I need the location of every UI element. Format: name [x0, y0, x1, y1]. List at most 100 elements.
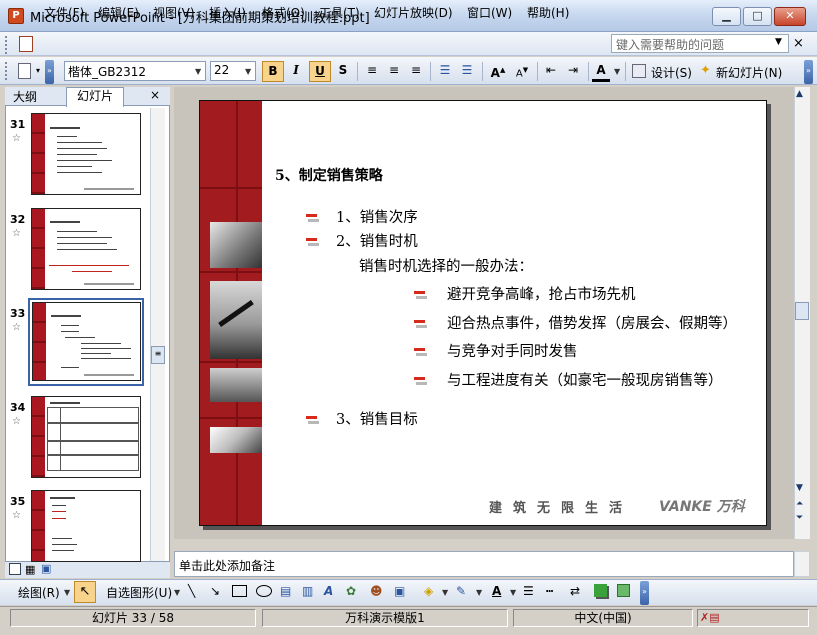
- decrease-indent-icon[interactable]: ⇤: [541, 61, 561, 82]
- slideshow-icon[interactable]: ▣: [41, 562, 51, 575]
- increase-font-size-icon[interactable]: A▲: [487, 61, 509, 82]
- chevron-down-icon[interactable]: ▼: [476, 588, 482, 597]
- new-slide-button[interactable]: 新幻灯片(N): [716, 64, 782, 81]
- autoshapes-menu-button[interactable]: 自选图形(U): [106, 584, 172, 601]
- help-search-input[interactable]: 键入需要帮助的问题: [611, 34, 789, 53]
- previous-slide-icon[interactable]: ⏶: [796, 499, 803, 509]
- decrease-font-size-icon[interactable]: A▼: [511, 61, 533, 82]
- pane-scrollbar-thumb[interactable]: ≡: [151, 346, 165, 364]
- slide-item-6[interactable]: 与竞争对手同时发售: [447, 340, 578, 361]
- menu-slideshow[interactable]: 幻灯片放映(D): [374, 4, 453, 21]
- menu-format[interactable]: 格式(O): [262, 4, 305, 21]
- chevron-down-icon[interactable]: ▼: [775, 37, 782, 47]
- menu-edit[interactable]: 编辑(E): [98, 4, 139, 21]
- line-style-icon[interactable]: ☰: [523, 584, 534, 598]
- menu-file[interactable]: 文件(F): [44, 4, 84, 21]
- align-center-icon[interactable]: ≡: [384, 61, 404, 82]
- slide-item-3[interactable]: 销售时机选择的一般办法：: [359, 255, 533, 276]
- textbox-tool-icon[interactable]: ▤: [280, 584, 291, 598]
- line-color-icon[interactable]: ✎: [456, 584, 466, 598]
- toolbar-options-icon[interactable]: »: [804, 60, 813, 84]
- close-pane-button[interactable]: ×: [150, 88, 160, 102]
- vertical-textbox-tool-icon[interactable]: ▥: [302, 584, 313, 598]
- menu-help[interactable]: 帮助(H): [527, 4, 569, 21]
- numbering-icon[interactable]: ☰: [435, 61, 455, 82]
- bold-button[interactable]: B: [262, 61, 284, 82]
- slide-item-5[interactable]: 迎合热点事件，借势发挥（房展会、假期等）: [447, 312, 737, 333]
- slide-scrollbar-thumb[interactable]: [795, 302, 809, 320]
- chevron-down-icon[interactable]: ▼: [442, 588, 448, 597]
- new-file-icon[interactable]: [18, 63, 31, 79]
- tab-slides[interactable]: 幻灯片: [66, 87, 124, 107]
- fill-color-icon[interactable]: ◈: [424, 584, 433, 598]
- chevron-down-icon[interactable]: ▼: [510, 588, 516, 597]
- design-button[interactable]: 设计(S): [651, 64, 692, 81]
- picture-tool-icon[interactable]: ▣: [394, 584, 405, 598]
- notes-scrollbar[interactable]: [794, 551, 810, 577]
- oval-tool-icon[interactable]: [256, 585, 272, 597]
- align-left-icon[interactable]: ≡: [362, 61, 382, 82]
- chevron-down-icon[interactable]: ▾: [36, 66, 40, 75]
- pane-scrollbar[interactable]: [150, 108, 165, 561]
- dash-style-icon[interactable]: ┅: [546, 584, 553, 598]
- bullets-icon[interactable]: ☰: [457, 61, 477, 82]
- document-icon[interactable]: [19, 36, 33, 52]
- slide-thumbnail-32[interactable]: [31, 208, 141, 290]
- shadow-style-icon[interactable]: [594, 584, 607, 597]
- clipart-tool-icon[interactable]: ☻: [370, 584, 383, 598]
- increase-indent-icon[interactable]: ⇥: [563, 61, 583, 82]
- slide-item-8[interactable]: 3、销售目标: [336, 408, 418, 429]
- shadow-button[interactable]: S: [333, 61, 353, 82]
- toolbar-grip-icon[interactable]: [5, 36, 9, 54]
- line-tool-icon[interactable]: ╲: [188, 584, 195, 598]
- arrow-tool-icon[interactable]: ↘: [210, 584, 220, 598]
- font-color-icon[interactable]: A: [492, 584, 501, 598]
- scroll-down-icon[interactable]: ▼: [796, 483, 803, 493]
- slide-thumbnail-35[interactable]: [31, 490, 141, 562]
- slide-title[interactable]: 5、制定销售策略: [275, 165, 383, 185]
- maximize-button[interactable]: □: [743, 7, 772, 26]
- chevron-down-icon[interactable]: ▼: [614, 67, 620, 76]
- draw-menu-button[interactable]: 绘图(R): [18, 584, 60, 601]
- slide-thumbnail-34[interactable]: [31, 396, 141, 478]
- minimize-button[interactable]: ▁: [712, 7, 741, 26]
- slide-item-1[interactable]: 1、销售次序: [336, 206, 418, 227]
- menu-view[interactable]: 视图(V): [153, 4, 195, 21]
- italic-button[interactable]: I: [286, 61, 306, 82]
- spelling-status-icon[interactable]: ✗▤: [697, 609, 809, 627]
- slide-item-4[interactable]: 避开竞争高峰，抢占市场先机: [447, 283, 636, 304]
- chevron-down-icon[interactable]: ▼: [174, 588, 180, 597]
- 3d-style-icon[interactable]: [617, 584, 630, 597]
- toolbar-options-icon[interactable]: »: [640, 581, 649, 605]
- menu-window[interactable]: 窗口(W): [467, 4, 512, 21]
- diagram-tool-icon[interactable]: ✿: [346, 584, 356, 598]
- current-slide[interactable]: 5、制定销售策略 1、销售次序 2、销售时机 销售时机选择的一般办法： 避开竞争…: [199, 100, 767, 526]
- underline-button[interactable]: U: [309, 61, 331, 82]
- scroll-up-icon[interactable]: ▲: [796, 89, 803, 99]
- align-right-icon[interactable]: ≡: [406, 61, 426, 82]
- font-name-select[interactable]: 楷体_GB2312: [64, 61, 206, 81]
- close-window-button[interactable]: ✕: [774, 7, 806, 26]
- slide-item-2[interactable]: 2、销售时机: [336, 230, 418, 251]
- powerpoint-app-icon[interactable]: P: [8, 8, 24, 24]
- slide-item-7[interactable]: 与工程进度有关（如豪宅一般现房销售等）: [447, 369, 723, 390]
- close-document-button[interactable]: ×: [793, 36, 804, 51]
- chevron-down-icon[interactable]: ▼: [245, 67, 251, 76]
- notes-input[interactable]: 单击此处添加备注: [174, 551, 794, 577]
- toolbar-options-icon[interactable]: »: [45, 60, 54, 84]
- next-slide-icon[interactable]: ⏷: [796, 513, 803, 523]
- slide-thumbnail-33[interactable]: [32, 302, 141, 381]
- rectangle-tool-icon[interactable]: [232, 585, 247, 597]
- slide-thumbnail-31[interactable]: [31, 113, 141, 195]
- normal-view-icon[interactable]: [9, 563, 21, 575]
- font-color-icon[interactable]: A: [592, 61, 610, 82]
- select-pointer-icon[interactable]: ↖: [74, 581, 96, 603]
- menu-insert[interactable]: 插入(I): [209, 4, 246, 21]
- toolbar-grip-icon[interactable]: [5, 62, 9, 80]
- wordart-tool-icon[interactable]: A: [324, 584, 333, 598]
- menu-tools[interactable]: 工具(T): [319, 4, 360, 21]
- slide-sorter-icon[interactable]: ▦: [25, 563, 35, 576]
- chevron-down-icon[interactable]: ▼: [64, 588, 70, 597]
- chevron-down-icon[interactable]: ▼: [195, 67, 201, 76]
- tab-outline[interactable]: 大纲: [13, 88, 37, 105]
